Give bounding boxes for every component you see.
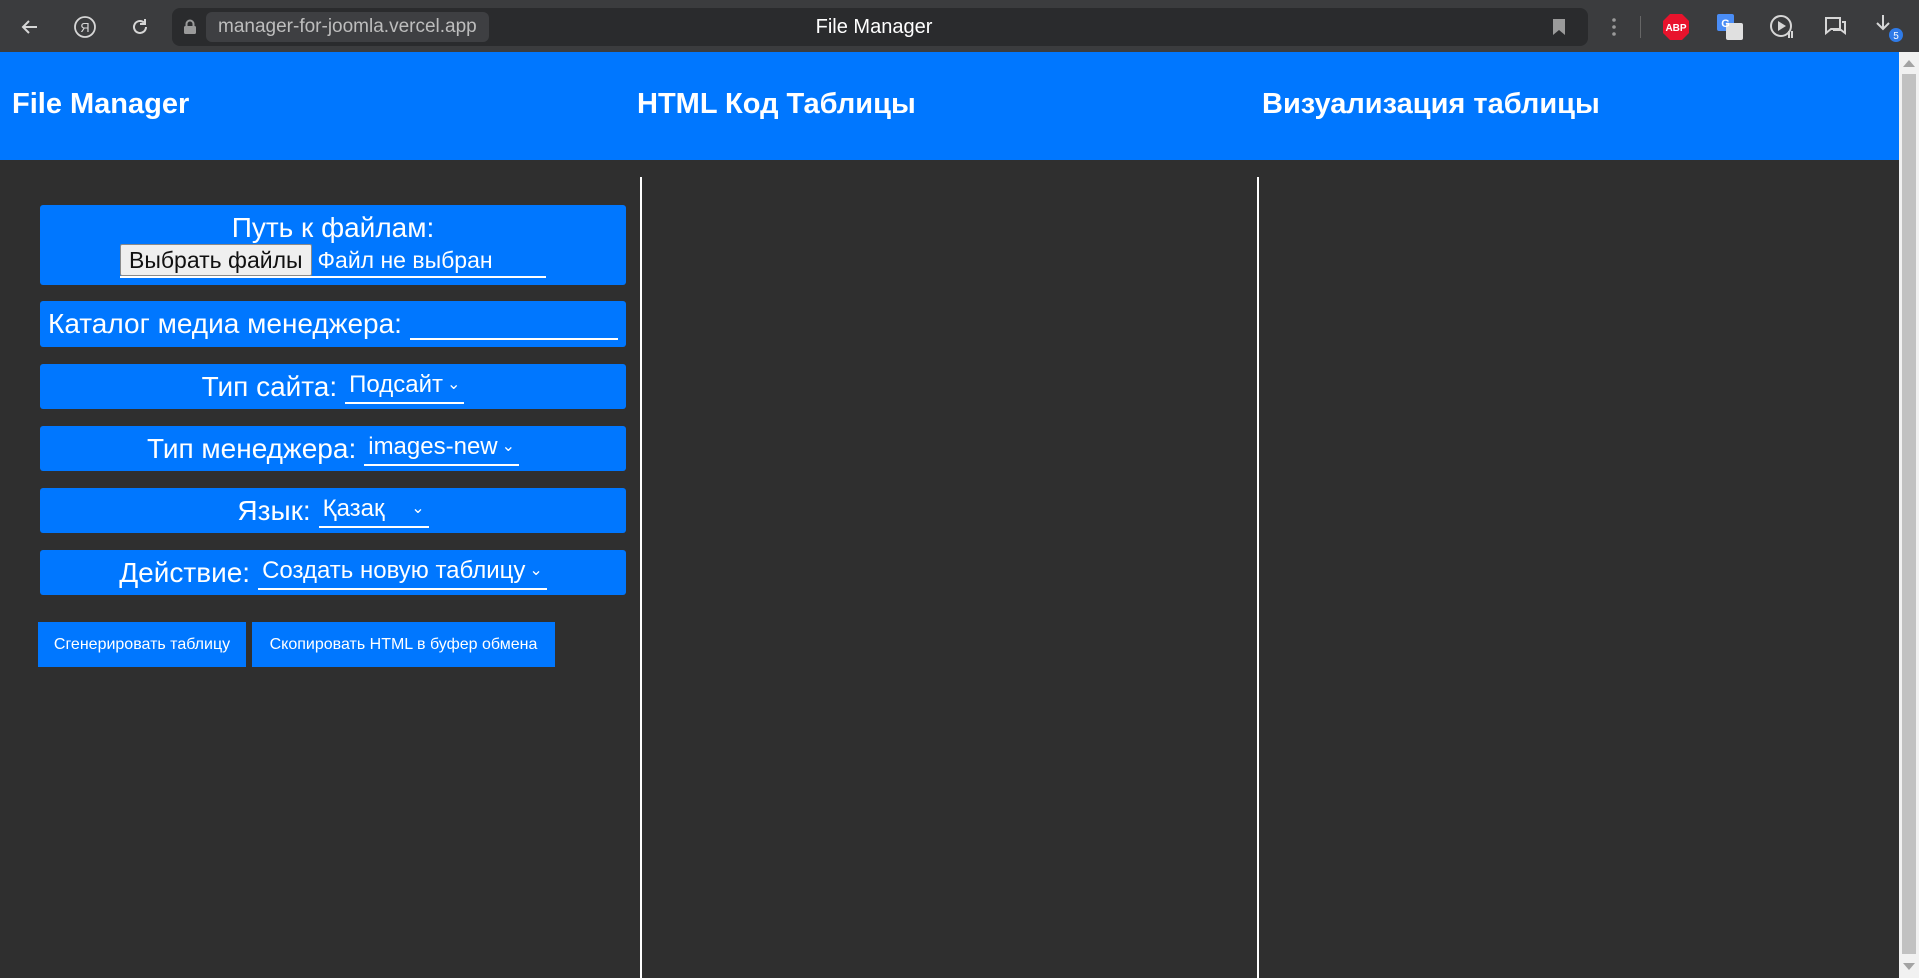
bookmark-icon[interactable] (1548, 15, 1570, 39)
chevron-down-icon: ⌄ (501, 437, 516, 455)
media-catalog-input[interactable] (409, 308, 618, 340)
language-value: Қазақ (322, 494, 385, 522)
action-value: Создать новую таблицу (262, 556, 526, 584)
scrollbar[interactable] (1899, 52, 1919, 978)
more-vertical-icon[interactable] (1599, 12, 1629, 42)
chevron-down-icon: ⌄ (446, 375, 461, 393)
download-icon[interactable]: 5 (1874, 12, 1904, 42)
lock-icon[interactable] (180, 17, 200, 37)
column-divider (640, 177, 642, 978)
scroll-thumb[interactable] (1902, 74, 1916, 954)
translate-icon[interactable]: G (1715, 12, 1745, 42)
site-type-label: Тип сайта: (201, 370, 338, 402)
file-status-text: Файл не выбран (317, 246, 493, 273)
media-play-icon[interactable] (1767, 12, 1797, 42)
chevron-down-icon: ⌄ (529, 561, 543, 579)
scroll-down-icon[interactable] (1903, 963, 1915, 970)
action-label: Действие: (119, 556, 251, 588)
yandex-icon[interactable]: Я (71, 13, 99, 41)
url-text[interactable]: manager-for-joomla.vercel.app (206, 12, 489, 42)
choose-files-button[interactable]: Выбрать файлы (120, 244, 312, 276)
copy-html-button[interactable]: Скопировать HTML в буфер обмена (252, 622, 555, 667)
language-field: Язык: Қазақ ⌄ (40, 488, 626, 533)
chevron-down-icon: ⌄ (411, 499, 425, 517)
download-badge: 5 (1893, 31, 1899, 42)
manager-type-value: images-new (368, 432, 498, 460)
site-type-value: Подсайт (349, 370, 443, 398)
app-header: File Manager HTML Код Таблицы Визуализац… (0, 52, 1899, 160)
html-code-title: HTML Код Таблицы (637, 88, 916, 120)
manager-type-select[interactable]: images-new ⌄ (364, 432, 520, 466)
files-path-label: Путь к файлам: (231, 212, 435, 243)
translate-label: G (1721, 18, 1730, 30)
manager-type-label: Тип менеджера: (146, 432, 357, 464)
media-catalog-field: Каталог медиа менеджера: (40, 301, 626, 347)
language-label: Язык: (237, 494, 311, 526)
action-select[interactable]: Создать новую таблицу ⌄ (258, 556, 547, 590)
page-title: File Manager (815, 16, 933, 38)
site-type-field: Тип сайта: Подсайт ⌄ (40, 364, 626, 409)
adblock-icon[interactable]: ABP (1661, 12, 1691, 42)
generate-table-button[interactable]: Сгенерировать таблицу (38, 622, 246, 667)
back-icon[interactable] (16, 13, 44, 41)
action-field: Действие: Создать новую таблицу ⌄ (40, 550, 626, 595)
table-preview-title: Визуализация таблицы (1262, 88, 1600, 120)
browser-toolbar: Я manager-for-joomla.vercel.app File Man… (0, 0, 1919, 52)
svg-text:Я: Я (80, 20, 89, 35)
reload-icon[interactable] (126, 13, 154, 41)
site-type-select[interactable]: Подсайт ⌄ (345, 370, 465, 404)
file-manager-title: File Manager (12, 88, 190, 120)
toolbar-separator (1640, 16, 1641, 38)
files-path-field: Путь к файлам: Выбрать файлы Файл не выб… (40, 205, 626, 285)
media-catalog-label: Каталог медиа менеджера: (48, 308, 402, 339)
file-input[interactable]: Выбрать файлы Файл не выбран (120, 244, 546, 278)
column-divider (1257, 177, 1259, 978)
chat-icon[interactable] (1820, 12, 1850, 42)
manager-type-field: Тип менеджера: images-new ⌄ (40, 426, 626, 471)
language-select[interactable]: Қазақ ⌄ (318, 494, 429, 528)
adblock-label: ABP (1665, 23, 1686, 34)
scroll-up-icon[interactable] (1903, 60, 1915, 67)
